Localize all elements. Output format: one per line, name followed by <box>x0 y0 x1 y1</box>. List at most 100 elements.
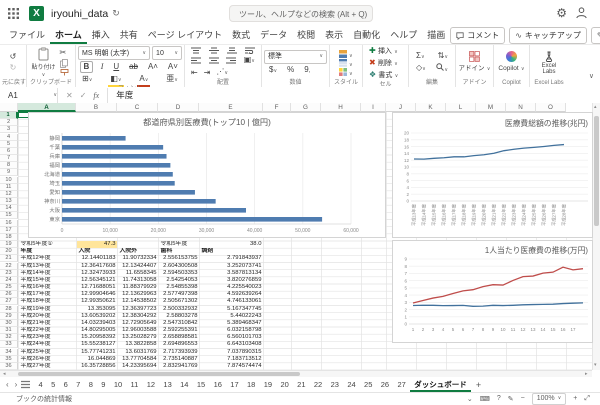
row-header-3[interactable]: 3 <box>0 126 18 133</box>
sheet-tab-13[interactable]: 13 <box>159 378 176 392</box>
row-header-29[interactable]: 29 <box>0 313 18 320</box>
sheet-list-icon[interactable] <box>21 380 30 389</box>
keyboard-icon[interactable]: ⌨ <box>480 395 490 403</box>
copy-icon[interactable] <box>58 59 70 68</box>
row-header-26[interactable]: 26 <box>0 291 18 298</box>
editing-mode-button[interactable]: ✎ 編集 ∨ <box>591 27 600 44</box>
cell-E24[interactable]: 3.820276859 <box>200 277 263 284</box>
menu-tab-ページ レイアウト[interactable]: ページ レイアウト <box>143 28 227 44</box>
row-header-18[interactable]: 18 <box>0 234 18 241</box>
sheet-nav-prev[interactable]: ‹ <box>4 380 11 389</box>
cell-E27[interactable]: 4.746133061 <box>200 298 263 305</box>
align-bottom-button[interactable] <box>225 47 239 54</box>
zoom-level-select[interactable]: 100% ∨ <box>532 393 567 405</box>
cell-A23[interactable]: 平成14年度 <box>19 270 76 277</box>
cell-B31[interactable]: 14.80295005 <box>77 327 117 334</box>
align-right-button[interactable] <box>224 57 238 64</box>
sheet-tab-25[interactable]: 25 <box>360 378 377 392</box>
cell-C32[interactable]: 13.25028279 <box>118 334 158 341</box>
row-header-36[interactable]: 36 <box>0 363 18 370</box>
app-launcher-icon[interactable] <box>8 8 19 19</box>
cell-E35[interactable]: 7.183713512 <box>200 356 263 363</box>
menu-tab-ホーム[interactable]: ホーム <box>50 28 87 44</box>
column-header-A[interactable]: A <box>18 103 76 112</box>
font-size-select[interactable]: 10∨ <box>152 46 182 60</box>
cell-B29[interactable]: 13.60539202 <box>77 313 117 320</box>
cell-B28[interactable]: 13.353095 <box>77 306 117 313</box>
cell-B19[interactable]: 47.3 <box>77 241 117 248</box>
cell-A34[interactable]: 平成25年度 <box>19 349 76 356</box>
row-header-22[interactable]: 22 <box>0 263 18 270</box>
cell-B24[interactable]: 12.56345121 <box>77 277 117 284</box>
chart-total-medical-line[interactable]: 医療費総額の推移(兆円)02468101214161820平成13年度平成14年… <box>392 112 593 238</box>
cell-C22[interactable]: 12.13424407 <box>118 263 158 270</box>
redo-button[interactable]: ↻ <box>8 63 19 73</box>
sheet-tab-8[interactable]: 8 <box>85 378 98 392</box>
signature-icon[interactable]: ✎ <box>508 395 514 403</box>
cell-E20[interactable]: 調剤 <box>200 248 263 255</box>
format-cells-button[interactable]: ❖ 書式 ∨ <box>367 70 400 81</box>
settings-gear-icon[interactable]: ⚙ <box>556 6 567 20</box>
cell-C33[interactable]: 13.3822858 <box>118 341 158 348</box>
menu-tab-データ[interactable]: データ <box>255 28 292 44</box>
wrap-text-button[interactable] <box>243 47 257 54</box>
align-middle-button[interactable] <box>207 47 221 54</box>
cell-D26[interactable]: 2.577497398 <box>159 291 199 298</box>
row-header-10[interactable]: 10 <box>0 177 18 184</box>
find-select-button[interactable]: ∨ <box>434 63 450 75</box>
cell-C24[interactable]: 11.74313058 <box>118 277 158 284</box>
cell-E23[interactable]: 3.587813134 <box>200 270 263 277</box>
workbook-statistics-button[interactable]: ブックの統計情報 <box>0 394 72 404</box>
menu-tab-数式[interactable]: 数式 <box>227 28 255 44</box>
row-header-13[interactable]: 13 <box>0 198 18 205</box>
merge-center-button[interactable]: ▣∨ <box>242 55 257 66</box>
phonetic-guide-button[interactable]: 亜∨ <box>164 74 180 85</box>
copilot-button[interactable]: Copilot ∨ <box>496 63 526 74</box>
cell-B30[interactable]: 14.03239403 <box>77 320 117 327</box>
cell-E22[interactable]: 3.252073741 <box>200 263 263 270</box>
cancel-icon[interactable]: ✕ <box>66 91 73 100</box>
cell-B32[interactable]: 15.20958392 <box>77 334 117 341</box>
cell-A29[interactable]: 平成20年度 <box>19 313 76 320</box>
cell-E29[interactable]: 5.44022243 <box>200 313 263 320</box>
decrease-indent-button[interactable]: ⇤ <box>189 68 200 78</box>
row-header-1[interactable]: 1 <box>0 112 18 119</box>
cell-C31[interactable]: 12.96003588 <box>118 327 158 334</box>
scroll-down-arrow[interactable]: ▾ <box>594 362 597 368</box>
sheet-tab-dashboard[interactable]: ダッシュボード <box>410 378 471 392</box>
cell-A26[interactable]: 平成17年度 <box>19 291 76 298</box>
cell-C27[interactable]: 12.14538502 <box>118 298 158 305</box>
row-header-14[interactable]: 14 <box>0 205 18 212</box>
fullscreen-icon[interactable]: ⤢ <box>584 395 590 403</box>
sheet-tab-21[interactable]: 21 <box>293 378 310 392</box>
grow-font-button[interactable]: A˄ <box>146 62 160 72</box>
zoom-in-button[interactable]: + <box>573 395 577 402</box>
cell-B34[interactable]: 15.77741231 <box>77 349 117 356</box>
sort-filter-button[interactable]: ⇅∨ <box>436 51 450 62</box>
cell-B27[interactable]: 12.99350621 <box>77 298 117 305</box>
menu-tab-共有[interactable]: 共有 <box>115 28 143 44</box>
cell-B35[interactable]: 16.044869 <box>77 356 117 363</box>
column-header-K[interactable]: K <box>416 103 446 112</box>
cell-A24[interactable]: 平成15年度 <box>19 277 76 284</box>
row-header-27[interactable]: 27 <box>0 298 18 305</box>
row-header-19[interactable]: 19 <box>0 241 18 248</box>
column-header-D[interactable]: D <box>158 103 199 112</box>
cell-E30[interactable]: 5.389468347 <box>200 320 263 327</box>
row-header-32[interactable]: 32 <box>0 334 18 341</box>
cell-C35[interactable]: 13.77704584 <box>118 356 158 363</box>
menu-tab-表示[interactable]: 表示 <box>320 28 348 44</box>
currency-format-button[interactable]: $∨ <box>267 65 279 76</box>
name-box[interactable]: A1 ∨ <box>0 88 58 103</box>
sheet-tab-4[interactable]: 4 <box>34 378 47 392</box>
orientation-button[interactable]: ⋰∨ <box>214 67 230 78</box>
cell-D28[interactable]: 2.500332932 <box>159 306 199 313</box>
cell-E25[interactable]: 4.225540023 <box>200 284 263 291</box>
sheet-tab-14[interactable]: 14 <box>176 378 193 392</box>
row-header-35[interactable]: 35 <box>0 356 18 363</box>
cell-A20[interactable]: 年度 <box>19 248 76 255</box>
cell-B25[interactable]: 12.71688051 <box>77 284 117 291</box>
sheet-tab-10[interactable]: 10 <box>110 378 127 392</box>
comments-button[interactable]: コメント <box>450 27 505 44</box>
column-header-J[interactable]: J <box>386 103 416 112</box>
